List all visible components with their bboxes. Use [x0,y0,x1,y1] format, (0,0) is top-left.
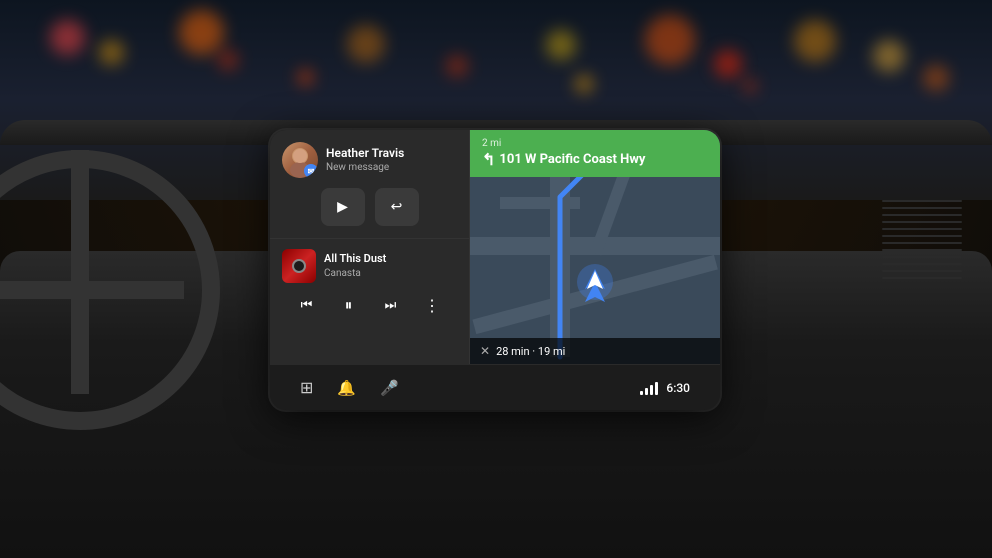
map-panel: 2 mi ↰ 101 W Pacific Coast Hwy ✕ 28 min … [470,130,720,364]
sender-name: Heather Travis [326,146,457,162]
bottom-bar: ⊞ 🔔 🎤 6:30 [270,364,720,410]
album-art-inner [292,259,306,273]
bottom-left-controls: ⊞ 🔔 🎤 [300,378,399,397]
android-auto-screen: ✉ Heather Travis New message ▶ [270,130,720,410]
apps-button[interactable]: ⊞ [300,378,313,397]
signal-bars [640,381,658,395]
music-controls: ⏮ ⏸ ⏭ ⋮ [282,291,457,319]
notification-card[interactable]: ✉ Heather Travis New message ▶ [270,130,469,239]
notification-button[interactable]: 🔔 [337,379,356,397]
dashboard-background: ✉ Heather Travis New message ▶ [0,0,992,558]
eta-time: 28 min [496,345,530,358]
left-panel: ✉ Heather Travis New message ▶ [270,130,470,364]
notification-text: Heather Travis New message [326,146,457,175]
clock: 6:30 [666,381,690,395]
next-track-button[interactable]: ⏭ [377,291,405,319]
album-art [282,249,316,283]
nav-distance: 2 mi [482,138,501,149]
nav-street: 101 W Pacific Coast Hwy [499,152,645,168]
screen-body: ✉ Heather Travis New message ▶ [270,130,720,364]
speaker-grille-right [882,200,962,320]
turn-arrow-icon: ↰ [482,150,495,169]
signal-bar-3 [650,385,653,395]
message-type: New message [326,161,457,174]
notification-actions: ▶ ↩ [282,188,457,226]
play-button[interactable]: ▶ [321,188,365,226]
music-info: All This Dust Canasta [324,252,457,279]
more-options-button[interactable]: ⋮ [419,291,447,319]
reply-button[interactable]: ↩ [375,188,419,226]
bottom-right-status: 6:30 [640,381,690,395]
mic-button[interactable]: 🎤 [380,379,399,397]
close-icon[interactable]: ✕ [480,344,490,358]
eta-distance: 19 mi [538,345,565,358]
notification-header: ✉ Heather Travis New message [282,142,457,178]
eta-info: 28 min · 19 mi [496,345,565,358]
pause-button[interactable]: ⏸ [335,291,363,319]
music-card: All This Dust Canasta ⏮ ⏸ ⏭ [270,239,469,364]
signal-bar-4 [655,382,658,395]
next-icon: ⏭ [385,298,397,313]
reply-icon: ↩ [391,199,403,215]
music-title: All This Dust [324,252,457,266]
signal-bar-1 [640,391,643,395]
avatar: ✉ [282,142,318,178]
play-icon: ▶ [337,199,348,215]
message-badge: ✉ [304,164,318,178]
music-header: All This Dust Canasta [282,249,457,283]
more-icon: ⋮ [424,296,441,315]
pause-icon: ⏸ [345,296,353,314]
eta-bar: ✕ 28 min · 19 mi [470,338,720,364]
signal-bar-2 [645,388,648,395]
prev-track-button[interactable]: ⏮ [293,291,321,319]
music-artist: Canasta [324,267,457,280]
nav-header: 2 mi ↰ 101 W Pacific Coast Hwy [470,130,720,177]
prev-icon: ⏮ [301,298,313,313]
